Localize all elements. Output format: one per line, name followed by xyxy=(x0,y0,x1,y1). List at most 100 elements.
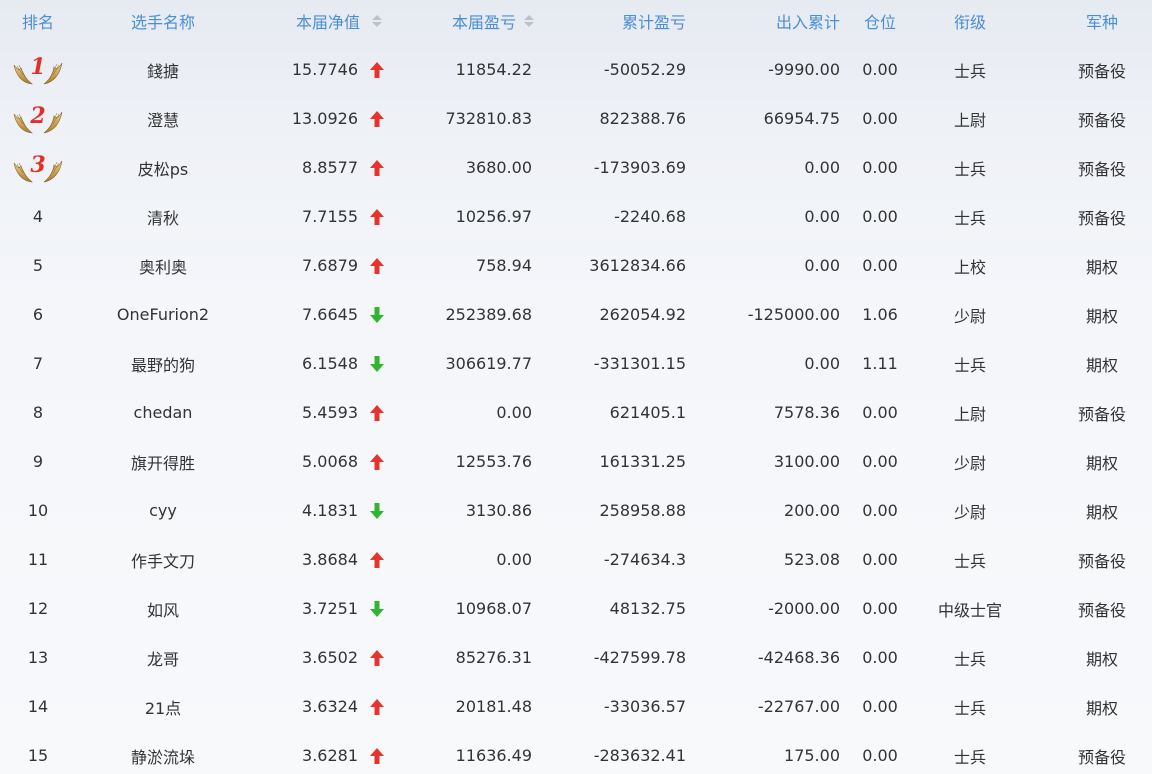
trend-up-arrow-icon xyxy=(366,241,388,290)
table-row[interactable]: 9 旗开得胜 5.0068 12553.76 161331.25 3100.00 0.00 少… xyxy=(0,437,1152,486)
sort-nav-icon[interactable] xyxy=(366,0,388,42)
cash-flow-total: 7578.36 xyxy=(773,403,840,422)
trend-up-arrow-icon xyxy=(366,682,388,731)
rank-grade: 少尉 xyxy=(953,453,986,473)
cumulative-pnl: -33036.57 xyxy=(603,697,686,716)
header-nav[interactable]: 本届净值 xyxy=(250,0,360,42)
cumulative-pnl: -283632.41 xyxy=(593,746,686,765)
rank-grade: 士兵 xyxy=(953,159,986,179)
rank-grade: 士兵 xyxy=(953,698,986,718)
cumulative-pnl: -331301.15 xyxy=(593,354,686,373)
cash-flow-total: -42468.36 xyxy=(757,648,840,667)
service-branch: 期权 xyxy=(1085,306,1118,326)
trend-up-arrow-icon xyxy=(366,437,388,486)
rank-grade: 士兵 xyxy=(953,355,986,375)
trend-up-arrow-icon xyxy=(366,633,388,682)
table-row[interactable]: 6 OneFurion2 7.6645 252389.68 262054.92 -1250… xyxy=(0,290,1152,339)
cumulative-pnl: 161331.25 xyxy=(599,452,686,471)
table-header: 排名 选手名称 本届净值 本届盈亏 累计盈亏 出入累计 仓位 衔级 军种 xyxy=(0,0,1152,42)
cumulative-pnl: 262054.92 xyxy=(599,305,686,324)
rank-grade: 少尉 xyxy=(953,502,986,522)
player-name-link[interactable]: chedan xyxy=(88,388,238,437)
period-pnl: 10256.97 xyxy=(455,207,532,226)
cash-flow-total: 0.00 xyxy=(804,158,840,177)
player-name-link[interactable]: 錢搪 xyxy=(88,45,238,94)
nav-value: 7.7155 xyxy=(302,207,358,226)
table-row[interactable]: 14 21点 3.6324 20181.48 -33036.57 -22767.00 0.0… xyxy=(0,682,1152,731)
trend-up-arrow-icon xyxy=(366,388,388,437)
rank-medal: 1 xyxy=(0,45,76,94)
rank-number: 15 xyxy=(27,746,49,765)
cumulative-pnl: -50052.29 xyxy=(603,60,686,79)
cash-flow-total: -2000.00 xyxy=(768,599,840,618)
sort-pnl-icon[interactable] xyxy=(520,0,538,42)
position-ratio: 1.06 xyxy=(862,305,898,324)
player-name-link[interactable]: OneFurion2 xyxy=(88,290,238,339)
player-name-link[interactable]: cyy xyxy=(88,486,238,535)
table-row[interactable]: 13 龙哥 3.6502 85276.31 -427599.78 -42468.36 0.0… xyxy=(0,633,1152,682)
position-ratio: 0.00 xyxy=(862,403,898,422)
nav-value: 3.6324 xyxy=(302,697,358,716)
player-name-link[interactable]: 奥利奥 xyxy=(88,241,238,290)
player-name-link[interactable]: 旗开得胜 xyxy=(88,437,238,486)
player-name-link[interactable]: 皮松ps xyxy=(88,143,238,192)
table-row[interactable]: 4 清秋 7.7155 10256.97 -2240.68 0.00 0.00 士兵 预备役 xyxy=(0,192,1152,241)
table-row[interactable]: 10 cyy 4.1831 3130.86 258958.88 200.00 0.00 少尉 期… xyxy=(0,486,1152,535)
player-name-link[interactable]: 静淤流垛 xyxy=(88,731,238,774)
table-row[interactable]: 2 澄慧 13.0926 732810.83 822388.76 66954.75 0.00… xyxy=(0,94,1152,143)
player-name-link[interactable]: 清秋 xyxy=(88,192,238,241)
header-pnl[interactable]: 本届盈亏 xyxy=(400,0,516,42)
trend-up-arrow-icon xyxy=(366,192,388,241)
wing-medal-icon: 3 xyxy=(8,151,68,185)
table-row[interactable]: 8 chedan 5.4593 0.00 621405.1 7578.36 0.00 上尉 预备… xyxy=(0,388,1152,437)
cash-flow-total: -125000.00 xyxy=(747,305,840,324)
cumulative-pnl: 3612834.66 xyxy=(589,256,686,275)
period-pnl: 0.00 xyxy=(496,403,532,422)
service-branch: 预备役 xyxy=(1077,61,1126,81)
table-row[interactable]: 3 皮松ps 8.8577 3680.00 -173903.69 0.00 0.00 士兵 预备… xyxy=(0,143,1152,192)
rank-number: 6 xyxy=(32,305,44,324)
nav-value: 7.6645 xyxy=(302,305,358,324)
position-ratio: 0.00 xyxy=(862,158,898,177)
header-pnl-label[interactable]: 本届盈亏 xyxy=(452,9,516,33)
player-name-link[interactable]: 如风 xyxy=(88,584,238,633)
player-name-link[interactable]: 澄慧 xyxy=(88,94,238,143)
position-ratio: 0.00 xyxy=(862,746,898,765)
leaderboard-table: 排名 选手名称 本届净值 本届盈亏 累计盈亏 出入累计 仓位 衔级 军种 1 錢… xyxy=(0,0,1152,774)
table-row[interactable]: 7 最野的狗 6.1548 306619.77 -331301.15 0.00 1.11 士兵… xyxy=(0,339,1152,388)
rank-grade: 士兵 xyxy=(953,61,986,81)
player-name-link[interactable]: 作手文刀 xyxy=(88,535,238,584)
table-row[interactable]: 5 奥利奥 7.6879 758.94 3612834.66 0.00 0.00 上校 期权 xyxy=(0,241,1152,290)
cumulative-pnl: -274634.3 xyxy=(603,550,686,569)
nav-value: 5.4593 xyxy=(302,403,358,422)
period-pnl: 11854.22 xyxy=(455,60,532,79)
service-branch: 期权 xyxy=(1085,502,1118,522)
table-row[interactable]: 11 作手文刀 3.8684 0.00 -274634.3 523.08 0.00 士兵 预备役 xyxy=(0,535,1152,584)
wing-medal-icon: 1 xyxy=(8,53,68,87)
rank-grade: 士兵 xyxy=(953,208,986,228)
position-ratio: 0.00 xyxy=(862,501,898,520)
rank-number: 4 xyxy=(32,207,44,226)
player-name-link[interactable]: 21点 xyxy=(88,682,238,731)
rank-number: 13 xyxy=(27,648,49,667)
rank-number: 12 xyxy=(27,599,49,618)
position-ratio: 1.11 xyxy=(862,354,898,373)
table-row[interactable]: 1 錢搪 15.7746 11854.22 -50052.29 -9990.00 0.00 士… xyxy=(0,45,1152,94)
nav-value: 7.6879 xyxy=(302,256,358,275)
rank-grade: 士兵 xyxy=(953,747,986,767)
position-ratio: 0.00 xyxy=(862,109,898,128)
service-branch: 期权 xyxy=(1085,257,1118,277)
table-row[interactable]: 12 如风 3.7251 10968.07 48132.75 -2000.00 0.00 中级… xyxy=(0,584,1152,633)
cumulative-pnl: 822388.76 xyxy=(599,109,686,128)
player-name-link[interactable]: 最野的狗 xyxy=(88,339,238,388)
trend-up-arrow-icon xyxy=(366,731,388,774)
header-nav-label[interactable]: 本届净值 xyxy=(296,9,360,33)
cash-flow-total: 0.00 xyxy=(804,354,840,373)
player-name-link[interactable]: 龙哥 xyxy=(88,633,238,682)
table-row[interactable]: 15 静淤流垛 3.6281 11636.49 -283632.41 175.00 0.00… xyxy=(0,731,1152,774)
rank-number: 7 xyxy=(32,354,44,373)
rank-number: 3 xyxy=(30,151,46,178)
header-cash-flow: 出入累计 xyxy=(775,13,840,32)
position-ratio: 0.00 xyxy=(862,648,898,667)
header-player-name: 选手名称 xyxy=(130,13,195,32)
